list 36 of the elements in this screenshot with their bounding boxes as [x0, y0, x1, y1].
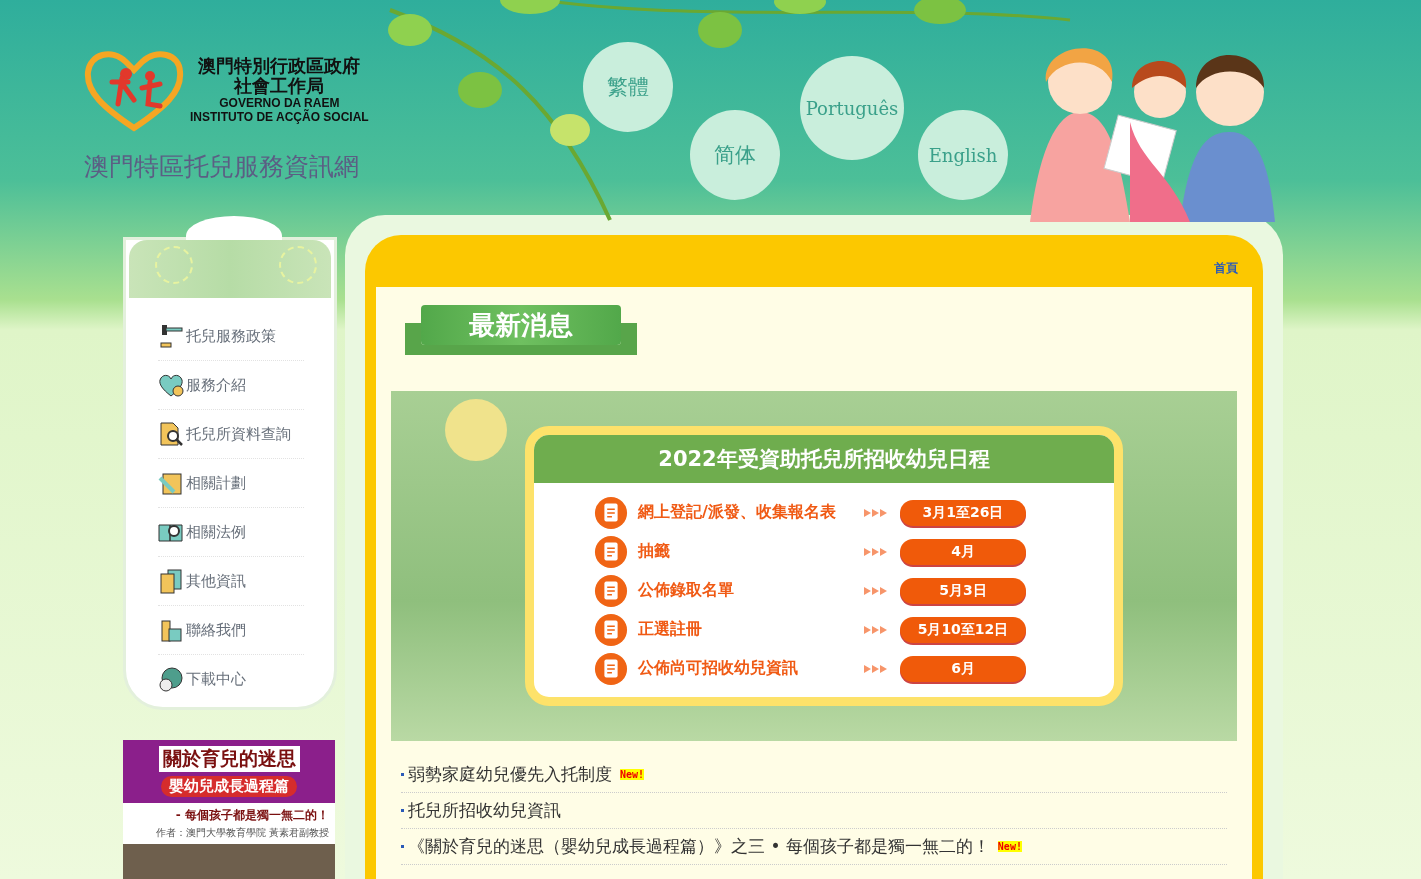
step-date-pill: 3月1至26日	[900, 499, 1026, 526]
promo-tagline: - 每個孩子都是獨一無二的！	[175, 807, 329, 824]
schedule-banner[interactable]: 2022年受資助托兒所招收幼兒日程 網上登記/派發、收集報名表 3月1至26日 抽籤 4月 公佈錄取名單 5月3日 正選註冊 5月10至12日 公佈尚可招收幼兒資訊 6月	[391, 391, 1237, 741]
news-link[interactable]: 托兒所招收幼兒資訊	[408, 799, 561, 822]
org-name-chinese: 社會工作局	[234, 76, 325, 96]
step-date-pill: 5月10至12日	[900, 616, 1026, 643]
breadcrumb-link[interactable]: 首頁	[1214, 260, 1238, 277]
parenting-promo-banner[interactable]: 關於育兒的迷思 嬰幼兒成長過程篇 - 每個孩子都是獨一無二的！ 作者：澳門大學教育學院 黃素君副教授	[123, 740, 335, 879]
new-badge: New!	[997, 841, 1022, 852]
sidebar-menu-item[interactable]: 相關計劃	[158, 459, 304, 508]
step-date-pill: 4月	[900, 538, 1026, 565]
step-label: 公佈尚可招收幼兒資訊	[638, 658, 799, 679]
step-label: 正選註冊	[638, 619, 703, 640]
org-name-portuguese: INSTITUTO DE ACÇÃO SOCIAL	[190, 110, 369, 124]
org-name-portuguese: GOVERNO DA RAEM	[219, 96, 340, 110]
promo-title: 關於育兒的迷思	[158, 746, 300, 772]
schedule-title: 2022年受資助托兒所招收幼兒日程	[534, 435, 1114, 483]
step-date-pill: 5月3日	[900, 577, 1026, 604]
sidebar-menu-item[interactable]: 服務介紹	[158, 361, 304, 410]
news-link[interactable]: 《關於育兒的迷思（嬰幼兒成長過程篇）》之三 • 每個孩子都是獨一無二的！	[408, 835, 990, 858]
org-name-chinese: 澳門特別行政區政府	[198, 56, 361, 76]
site-title: 澳門特區托兒服務資訊網	[84, 151, 360, 183]
step-label: 網上登記/派發、收集報名表	[638, 502, 837, 523]
promo-subtitle: 嬰幼兒成長過程篇	[161, 776, 297, 797]
step-date-pill: 6月	[900, 655, 1026, 682]
sidebar-menu-item[interactable]: 下載中心	[158, 655, 304, 703]
step-label: 公佈錄取名單	[638, 580, 735, 601]
sidebar-menu-item[interactable]: 其他資訊	[158, 557, 304, 606]
sidebar-menu-item[interactable]: 托兒服務政策	[158, 312, 304, 361]
sidebar-menu-item[interactable]: 聯絡我們	[158, 606, 304, 655]
step-label: 抽籤	[638, 541, 671, 562]
sidebar-menu-item[interactable]: 托兒所資料查詢	[158, 410, 304, 459]
new-badge: New!	[620, 769, 645, 780]
promo-author: 作者：澳門大學教育學院 黃素君副教授	[155, 826, 329, 840]
sidebar-menu-item[interactable]: 相關法例	[158, 508, 304, 557]
news-link[interactable]: 弱勢家庭幼兒優先入托制度	[408, 763, 612, 786]
